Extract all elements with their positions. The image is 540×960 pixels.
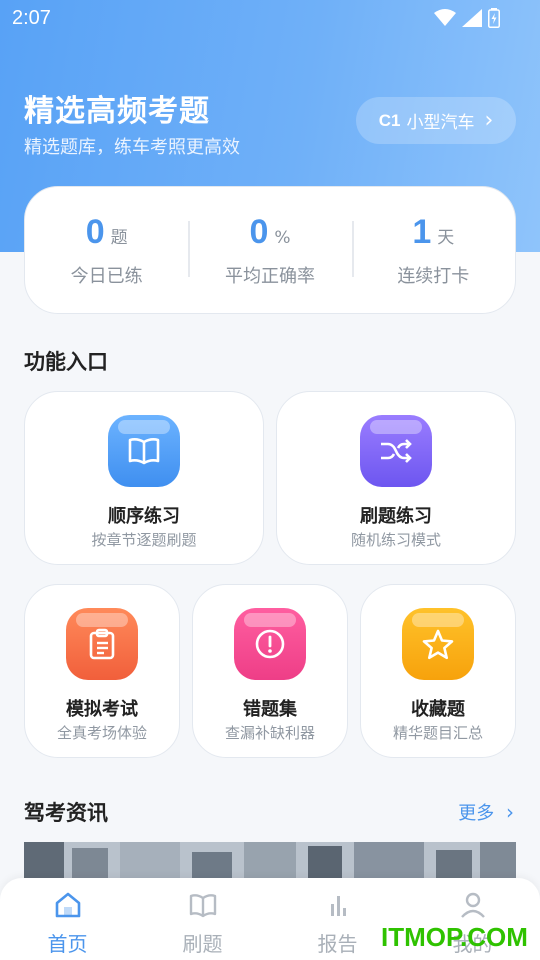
feature-icon-box	[402, 608, 474, 680]
feature-title: 顺序练习	[108, 506, 180, 527]
stats-card: 0题 今日已练 0% 平均正确率 1天 连续打卡	[24, 186, 516, 314]
stat-unit: 天	[437, 227, 455, 248]
feature-subtitle: 按章节逐题刷题	[91, 531, 197, 549]
battery-icon	[488, 8, 500, 28]
tab-label: 首页	[47, 932, 88, 956]
license-code: C1	[378, 110, 401, 130]
stat-streak: 1天 连续打卡	[351, 212, 515, 288]
stat-value: 0	[85, 212, 105, 251]
feature-subtitle: 查漏补缺利器	[224, 724, 315, 742]
stat-unit: %	[274, 227, 291, 248]
more-label: 更多	[458, 803, 495, 824]
status-icons	[434, 8, 500, 28]
clipboard-icon	[89, 628, 115, 660]
status-bar: 2:07	[0, 0, 540, 36]
stat-value: 1	[412, 212, 432, 251]
chevron-right-icon: ›	[506, 800, 514, 824]
tab-label: 刷题	[182, 932, 223, 956]
feature-subtitle: 随机练习模式	[350, 531, 441, 549]
home-icon	[55, 892, 80, 918]
feature-title: 模拟考试	[66, 699, 138, 720]
site-watermark: ITMOP.COM	[381, 922, 528, 952]
star-icon	[422, 629, 454, 660]
signal-icon	[462, 9, 482, 27]
feature-title: 错题集	[243, 699, 297, 720]
features-section-title: 功能入口	[24, 350, 108, 374]
stat-label: 平均正确率	[224, 265, 315, 287]
alert-icon	[255, 629, 285, 659]
tab-practice[interactable]: 刷题	[135, 878, 270, 960]
feature-sequential-practice[interactable]: 顺序练习 按章节逐题刷题	[24, 391, 264, 565]
hero-subtitle: 精选题库，练车考照更高效	[24, 137, 240, 158]
feature-random-practice[interactable]: 刷题练习 随机练习模式	[276, 391, 516, 565]
user-icon	[460, 892, 485, 918]
stat-today-practiced: 0题 今日已练	[25, 213, 188, 288]
stat-unit: 题	[110, 227, 128, 248]
feature-icon-box	[108, 415, 180, 487]
status-time: 2:07	[12, 7, 51, 29]
feature-favorites[interactable]: 收藏题 精华题目汇总	[360, 584, 516, 758]
feature-icon-box	[66, 608, 138, 680]
chart-icon	[330, 896, 346, 916]
chevron-right-icon: ›	[484, 108, 494, 133]
feature-mock-exam[interactable]: 模拟考试 全真考场体验	[24, 584, 180, 758]
hero-title: 精选高频考题	[24, 94, 210, 129]
license-name: 小型汽车	[406, 113, 475, 133]
shuffle-icon	[381, 439, 412, 463]
feature-wrong-questions[interactable]: 错题集 查漏补缺利器	[192, 584, 348, 758]
wifi-icon	[434, 9, 456, 26]
feature-subtitle: 精华题目汇总	[392, 724, 483, 742]
stat-accuracy: 0% 平均正确率	[188, 213, 351, 288]
stat-value: 0	[249, 212, 269, 251]
more-news-link[interactable]: 更多 ›	[458, 799, 514, 825]
feature-title: 刷题练习	[360, 506, 432, 527]
stat-label: 今日已练	[70, 265, 143, 287]
stat-label: 连续打卡	[397, 265, 470, 287]
news-section-title: 驾考资讯	[24, 801, 108, 825]
tab-home[interactable]: 首页	[0, 878, 135, 960]
book-icon	[128, 438, 160, 465]
feature-icon-box	[234, 608, 306, 680]
license-type-selector[interactable]: C1 小型汽车 ›	[356, 97, 516, 144]
feature-title: 收藏题	[411, 699, 465, 720]
feature-subtitle: 全真考场体验	[56, 724, 147, 742]
book-icon	[189, 894, 216, 918]
feature-icon-box	[360, 415, 432, 487]
